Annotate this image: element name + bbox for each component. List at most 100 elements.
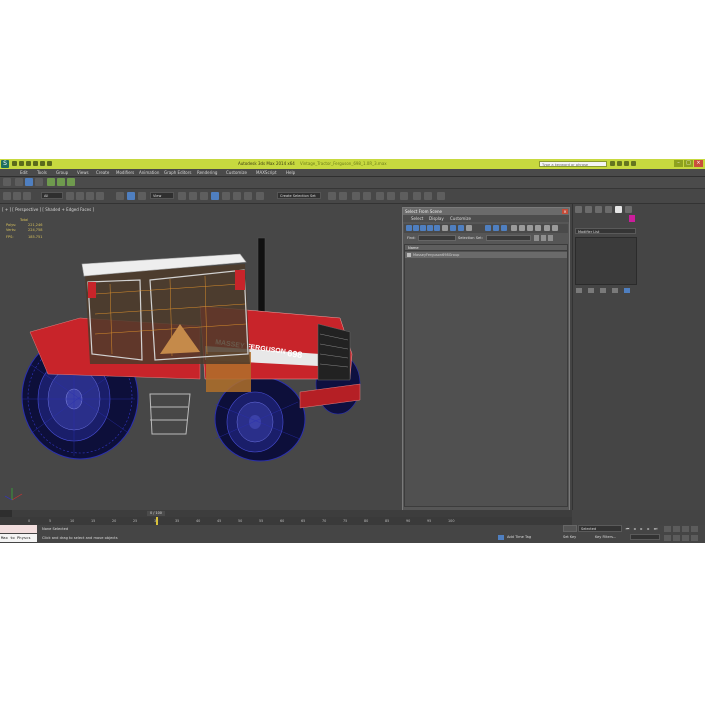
utilities-tab-icon[interactable] — [625, 206, 632, 213]
set-key-button[interactable]: Set Key — [563, 534, 581, 541]
next-frame-icon[interactable]: ▸ — [646, 526, 651, 531]
orbit-icon[interactable] — [682, 535, 689, 541]
app-menu-icon[interactable]: S — [1, 160, 9, 168]
maxscript-mini-listener[interactable]: Max to Physcs — [0, 534, 37, 542]
display-shapes-icon[interactable] — [413, 225, 419, 231]
select-dependents-icon[interactable] — [535, 225, 541, 231]
display-bones-icon[interactable] — [466, 225, 472, 231]
curve-editor-icon[interactable] — [376, 192, 384, 200]
search-input[interactable]: Type a keyword or phrase — [539, 161, 607, 167]
show-end-result-icon[interactable] — [588, 288, 594, 293]
bind-space-warp-icon[interactable] — [23, 192, 31, 200]
zoom-extents-icon[interactable] — [682, 526, 689, 532]
selection-set-dropdown[interactable] — [486, 235, 531, 241]
selection-filter-dropdown[interactable]: All — [41, 192, 63, 199]
zoom-extents-all-icon[interactable] — [691, 526, 698, 532]
reference-coordinate-dropdown[interactable]: View — [150, 192, 174, 199]
menu-views[interactable]: Views — [77, 170, 89, 175]
percent-snap-icon[interactable] — [233, 192, 241, 200]
select-scale-icon[interactable] — [138, 192, 146, 200]
close-button[interactable]: × — [694, 160, 703, 167]
scene-object-list[interactable]: Name MasseyFerguson698Group — [404, 244, 568, 507]
menu-modifiers[interactable]: Modifiers — [116, 170, 134, 175]
display-cameras-icon[interactable] — [427, 225, 433, 231]
make-unique-icon[interactable] — [600, 288, 606, 293]
menu-create[interactable]: Create — [96, 170, 109, 175]
maximize-viewport-icon[interactable] — [691, 535, 698, 541]
filter-icon[interactable] — [544, 225, 550, 231]
key-mode-dropdown[interactable]: Selected — [578, 525, 622, 532]
display-invert-icon[interactable] — [501, 225, 507, 231]
modify-tab-icon[interactable] — [585, 206, 592, 213]
go-to-end-icon[interactable]: ⏭ — [653, 526, 658, 531]
align-icon[interactable] — [339, 192, 347, 200]
modifier-list-dropdown[interactable]: Modifier List — [575, 228, 636, 234]
modifier-stack[interactable] — [575, 237, 637, 285]
star-icon[interactable] — [617, 161, 622, 166]
display-tab-icon[interactable] — [615, 206, 622, 213]
snaps-toggle-icon[interactable] — [211, 192, 219, 200]
binoculars-icon[interactable] — [610, 161, 615, 166]
configure-modifier-sets-icon[interactable] — [624, 288, 630, 293]
display-spacewarps-icon[interactable] — [442, 225, 448, 231]
layer-add-icon[interactable] — [35, 178, 43, 186]
find-input[interactable] — [418, 235, 456, 241]
menu-customize[interactable]: Customize — [226, 170, 247, 175]
display-helpers-icon[interactable] — [434, 225, 440, 231]
menu-edit[interactable]: Edit — [20, 170, 28, 175]
scene-explorer-icon[interactable] — [352, 192, 360, 200]
layer-icon[interactable] — [15, 178, 23, 186]
window-crossing-icon[interactable] — [96, 192, 104, 200]
current-frame-input[interactable] — [630, 534, 660, 540]
sync-selection-icon[interactable] — [552, 225, 558, 231]
ribbon-toggle-icon[interactable] — [3, 178, 11, 186]
open-file-icon[interactable] — [19, 161, 24, 166]
display-geometry-icon[interactable] — [406, 225, 412, 231]
maxscript-listener-top[interactable] — [0, 525, 37, 533]
named-selection-dropdown[interactable]: Create Selection Set — [277, 192, 321, 199]
previous-frame-icon[interactable]: ◂ — [632, 526, 637, 531]
select-move-icon[interactable] — [116, 192, 124, 200]
pin-stack-icon[interactable] — [576, 288, 582, 293]
edit-named-selection-icon[interactable] — [256, 192, 264, 200]
render-setup-icon[interactable] — [413, 192, 421, 200]
minimize-button[interactable]: – — [674, 160, 683, 167]
menu-graph-editors[interactable]: Graph Editors — [164, 170, 191, 175]
material-editor-icon[interactable] — [400, 192, 408, 200]
object-color-swatch[interactable] — [629, 215, 635, 222]
display-groups-icon[interactable] — [450, 225, 456, 231]
pan-icon[interactable] — [673, 535, 680, 541]
dialog-close-button[interactable]: × — [562, 209, 568, 214]
track-bar[interactable]: 0 5 10 15 20 25 30 35 40 45 50 55 60 65 … — [0, 517, 572, 525]
trackbar-toggle-icon[interactable] — [0, 510, 12, 517]
dialog-menu-display[interactable]: Display — [429, 216, 444, 221]
spinner-snap-icon[interactable] — [244, 192, 252, 200]
time-slider-handle[interactable]: 0 / 100 — [147, 511, 165, 516]
selection-icon[interactable] — [67, 178, 75, 186]
tractor-model[interactable]: MASSEY FERGUSON 698 — [0, 204, 402, 510]
rectangle-selection-icon[interactable] — [86, 192, 94, 200]
maximize-button[interactable]: □ — [684, 160, 693, 167]
schematic-view-icon[interactable] — [387, 192, 395, 200]
pivot-center-icon[interactable] — [178, 192, 186, 200]
dialog-menu-select[interactable]: Select — [411, 216, 423, 221]
project-folder-icon[interactable] — [47, 161, 52, 166]
hierarchy-tab-icon[interactable] — [595, 206, 602, 213]
freeform-icon[interactable] — [57, 178, 65, 186]
play-icon[interactable]: ▸ — [639, 526, 644, 531]
menu-animation[interactable]: Animation — [139, 170, 159, 175]
mirror-icon[interactable] — [328, 192, 336, 200]
new-file-icon[interactable] — [12, 161, 17, 166]
menu-group[interactable]: Group — [56, 170, 68, 175]
link-icon[interactable] — [3, 192, 11, 200]
go-to-start-icon[interactable]: ⏮ — [625, 526, 630, 531]
select-manipulate-icon[interactable] — [189, 192, 197, 200]
user-icon[interactable] — [624, 161, 629, 166]
menu-help[interactable]: Help — [286, 170, 295, 175]
display-none-icon[interactable] — [493, 225, 499, 231]
perspective-viewport[interactable]: [ + ] [ Perspective ] [ Shaded + Edged F… — [0, 204, 402, 510]
layer-manager-icon[interactable] — [25, 178, 33, 186]
undo-icon[interactable] — [33, 161, 38, 166]
display-all-icon[interactable] — [485, 225, 491, 231]
angle-snap-icon[interactable] — [222, 192, 230, 200]
